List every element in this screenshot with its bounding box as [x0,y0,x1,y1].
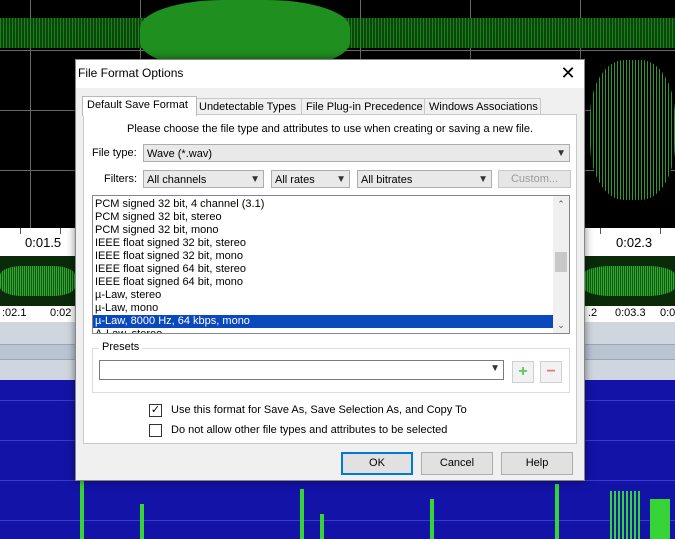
file-type-value: Wave (*.wav) [147,148,212,160]
ok-button[interactable]: OK [341,452,413,475]
list-item[interactable]: PCM signed 32 bit, stereo [93,211,555,224]
chevron-down-icon[interactable]: ⌄ [553,317,569,333]
list-item[interactable]: A-Law, stereo [93,328,555,333]
default-save-format-panel: Please choose the file type and attribut… [83,114,577,444]
help-button[interactable]: Help [501,452,573,475]
rates-filter-value: All rates [275,174,315,186]
dialog-title: File Format Options [78,66,184,80]
file-type-dropdown[interactable]: Wave (*.wav) ▼ [143,144,570,162]
file-format-options-dialog: File Format Options ✕ Default Save Forma… [75,59,585,481]
ruler-time-label: 0:0 [660,307,675,319]
tab-windows-associations[interactable]: Windows Associations [424,98,541,115]
dialog-titlebar: File Format Options ✕ [76,60,584,88]
tab-default-save-format[interactable]: Default Save Format [82,96,197,116]
scrollbar-thumb[interactable] [555,252,567,272]
vertical-scrollbar[interactable]: ⌃ ⌄ [553,196,569,333]
ruler-time-label: .2 [588,307,598,319]
disallow-other-types-checkbox[interactable] [149,424,162,437]
format-listbox[interactable]: PCM signed 32 bit, 4 channel (3.1) PCM si… [92,195,570,334]
close-icon[interactable]: ✕ [558,63,578,83]
filters-label: Filters: [104,173,137,185]
chevron-down-icon: ▼ [478,174,488,185]
bitrates-filter-dropdown[interactable]: All bitrates ▼ [357,170,492,188]
chevron-down-icon: ▼ [490,363,500,374]
list-item[interactable]: IEEE float signed 64 bit, mono [93,276,555,289]
cancel-button[interactable]: Cancel [421,452,493,475]
list-item[interactable]: IEEE float signed 32 bit, stereo [93,237,555,250]
plus-icon[interactable]: + [512,361,534,383]
minus-icon[interactable]: − [540,361,562,383]
list-item[interactable]: PCM signed 32 bit, mono [93,224,555,237]
chevron-down-icon: ▼ [336,174,346,185]
use-format-checkbox[interactable]: ✓ [149,404,162,417]
ruler-time-label: 0:01.5 [25,235,62,250]
ruler-time-label: 0:02 [50,307,72,319]
bitrates-filter-value: All bitrates [361,174,413,186]
file-type-label: File type: [92,147,137,159]
tab-file-plugin-precedence[interactable]: File Plug-in Precedence [301,98,425,115]
list-item[interactable]: µ-Law, 8000 Hz, 64 kbps, mono [93,315,555,328]
list-item[interactable]: IEEE float signed 32 bit, mono [93,250,555,263]
chevron-up-icon[interactable]: ⌃ [553,196,569,212]
presets-dropdown[interactable]: ▼ [99,360,504,380]
list-item[interactable]: µ-Law, stereo [93,289,555,302]
presets-group: Presets ▼ + − [92,341,570,393]
instruction-text: Please choose the file type and attribut… [126,123,534,135]
ruler-time-label: :02.1 [2,307,27,319]
chevron-down-icon: ▼ [556,148,566,159]
rates-filter-dropdown[interactable]: All rates ▼ [271,170,350,188]
use-format-label: Use this format for Save As, Save Select… [171,404,467,416]
ruler-time-label: 0:02.3 [616,235,653,250]
ruler-time-label: 0:03.3 [615,307,646,319]
list-item[interactable]: µ-Law, mono [93,302,555,315]
channels-filter-dropdown[interactable]: All channels ▼ [143,170,264,188]
tab-undetectable-types[interactable]: Undetectable Types [194,98,302,115]
presets-label: Presets [99,341,143,353]
custom-button[interactable]: Custom... [498,170,571,188]
list-item[interactable]: PCM signed 32 bit, 4 channel (3.1) [93,198,555,211]
channels-filter-value: All channels [147,174,207,186]
chevron-down-icon: ▼ [250,174,260,185]
disallow-other-types-label: Do not allow other file types and attrib… [171,424,448,436]
list-item[interactable]: IEEE float signed 64 bit, stereo [93,263,555,276]
